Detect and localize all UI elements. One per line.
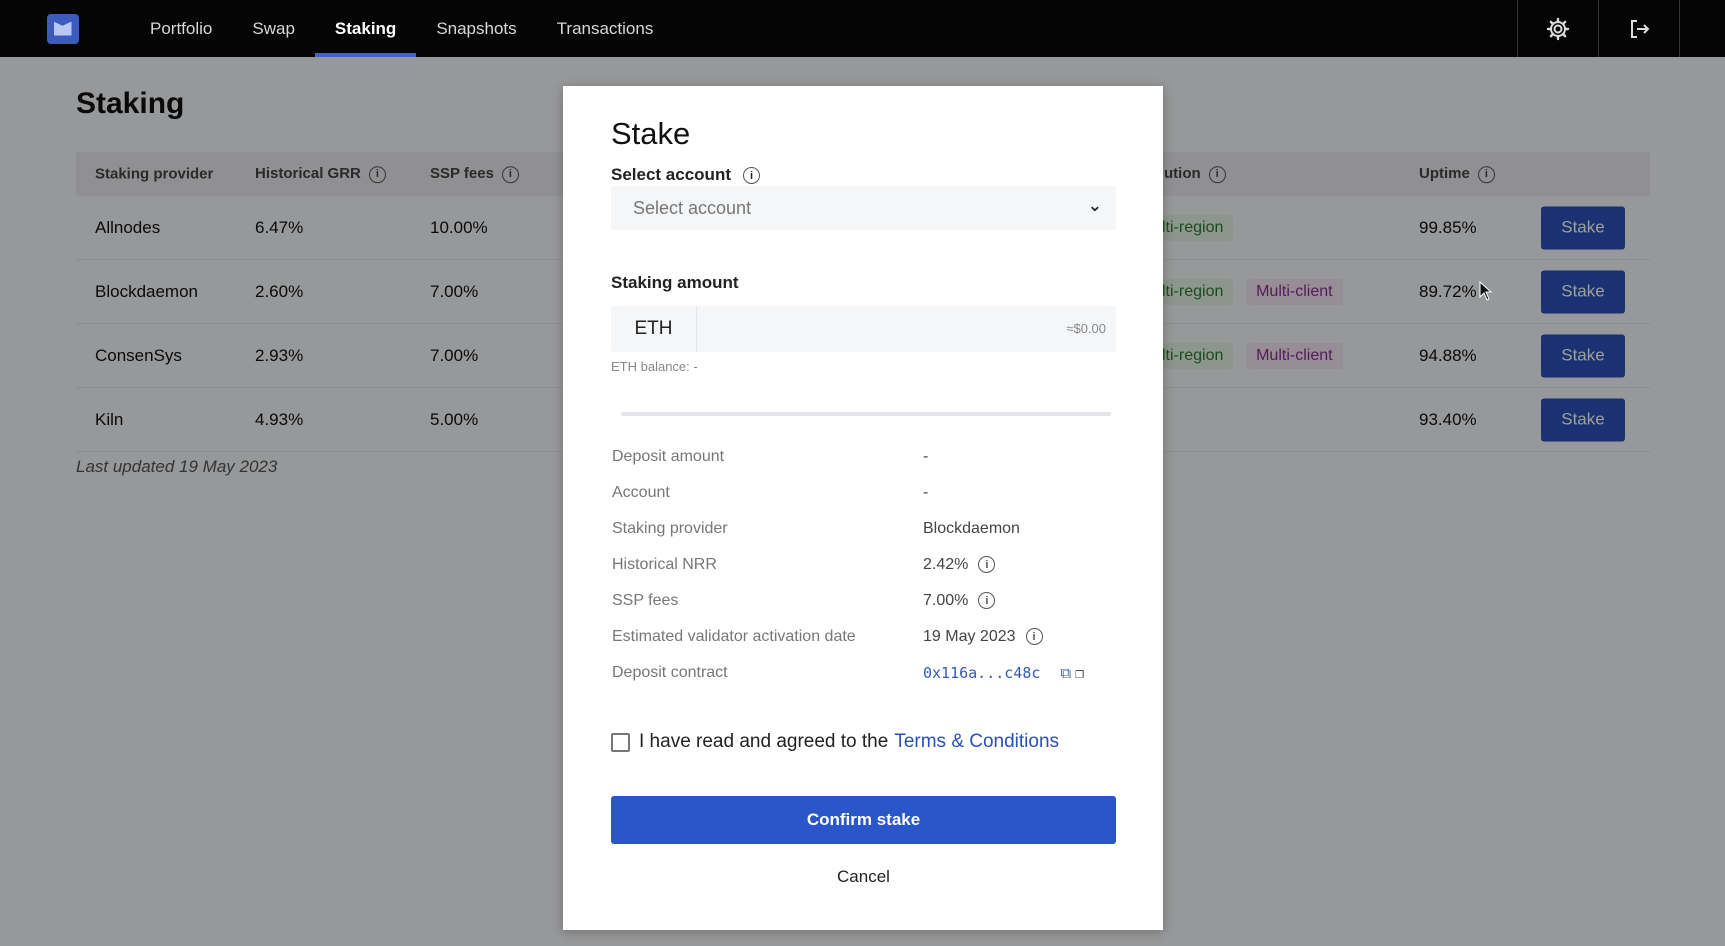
nav-portfolio[interactable]: Portfolio xyxy=(130,0,232,57)
account-select[interactable]: Select account ⌄ xyxy=(611,186,1116,230)
select-account-label: Select account i xyxy=(611,165,760,185)
detail-historical-nrr: Historical NRR 2.42% i xyxy=(612,556,1117,576)
detail-account: Account - xyxy=(612,484,929,501)
currency-label: ETH xyxy=(611,306,697,352)
confirm-stake-button[interactable]: Confirm stake xyxy=(611,796,1116,844)
logout-button[interactable] xyxy=(1598,0,1679,57)
account-select-placeholder: Select account xyxy=(633,198,752,218)
terms-link[interactable]: Terms & Conditions xyxy=(894,731,1059,753)
nav-staking[interactable]: Staking xyxy=(314,0,417,57)
modal-title: Stake xyxy=(611,116,691,151)
agree-text: I have read and agreed to the xyxy=(639,731,889,752)
info-icon[interactable]: i xyxy=(978,592,996,610)
app-logo[interactable] xyxy=(0,0,125,57)
staking-amount-label: Staking amount xyxy=(611,273,739,292)
logout-icon xyxy=(1631,19,1650,38)
detail-staking-provider: Staking provider Blockdaemon xyxy=(612,520,1020,537)
amount-slider[interactable] xyxy=(621,412,1111,416)
top-nav: Portfolio Swap Staking Snapshots Transac… xyxy=(0,0,1725,57)
usd-value: ≈$0.00 xyxy=(1066,321,1106,336)
external-link-icon[interactable]: ⧉ xyxy=(1060,664,1071,682)
nav-transactions[interactable]: Transactions xyxy=(537,0,674,57)
gear-icon xyxy=(1546,17,1570,40)
info-icon[interactable]: i xyxy=(743,167,760,185)
eth-balance: ETH balance: - xyxy=(611,359,698,374)
nav-snapshots[interactable]: Snapshots xyxy=(416,0,536,57)
deposit-contract-address[interactable]: 0x116a...c48c xyxy=(923,664,1040,682)
detail-deposit-amount: Deposit amount - xyxy=(612,448,929,465)
copy-icon[interactable]: ❐ xyxy=(1075,664,1084,682)
staking-amount-input[interactable]: ETH ≈$0.00 xyxy=(611,306,1116,352)
detail-ssp-fees: SSP fees 7.00% i xyxy=(612,592,1117,612)
nav-spacer xyxy=(1679,0,1725,57)
settings-button[interactable] xyxy=(1517,0,1598,57)
nav-swap[interactable]: Swap xyxy=(232,0,315,57)
terms-checkbox[interactable] xyxy=(611,732,630,752)
cancel-button[interactable]: Cancel xyxy=(611,860,1116,894)
detail-deposit-contract: Deposit contract 0x116a...c48c ⧉ ❐ xyxy=(612,664,1085,682)
chevron-down-icon: ⌄ xyxy=(1087,196,1102,215)
stake-modal: Stake Select account i Select account ⌄ S… xyxy=(563,86,1163,930)
info-icon[interactable]: i xyxy=(1025,628,1043,646)
info-icon[interactable]: i xyxy=(978,556,996,574)
terms-agreement: I have read and agreed to the Terms & Co… xyxy=(611,731,1059,753)
detail-activation-date: Estimated validator activation date 19 M… xyxy=(612,628,1117,648)
fox-logo-icon xyxy=(46,13,79,44)
